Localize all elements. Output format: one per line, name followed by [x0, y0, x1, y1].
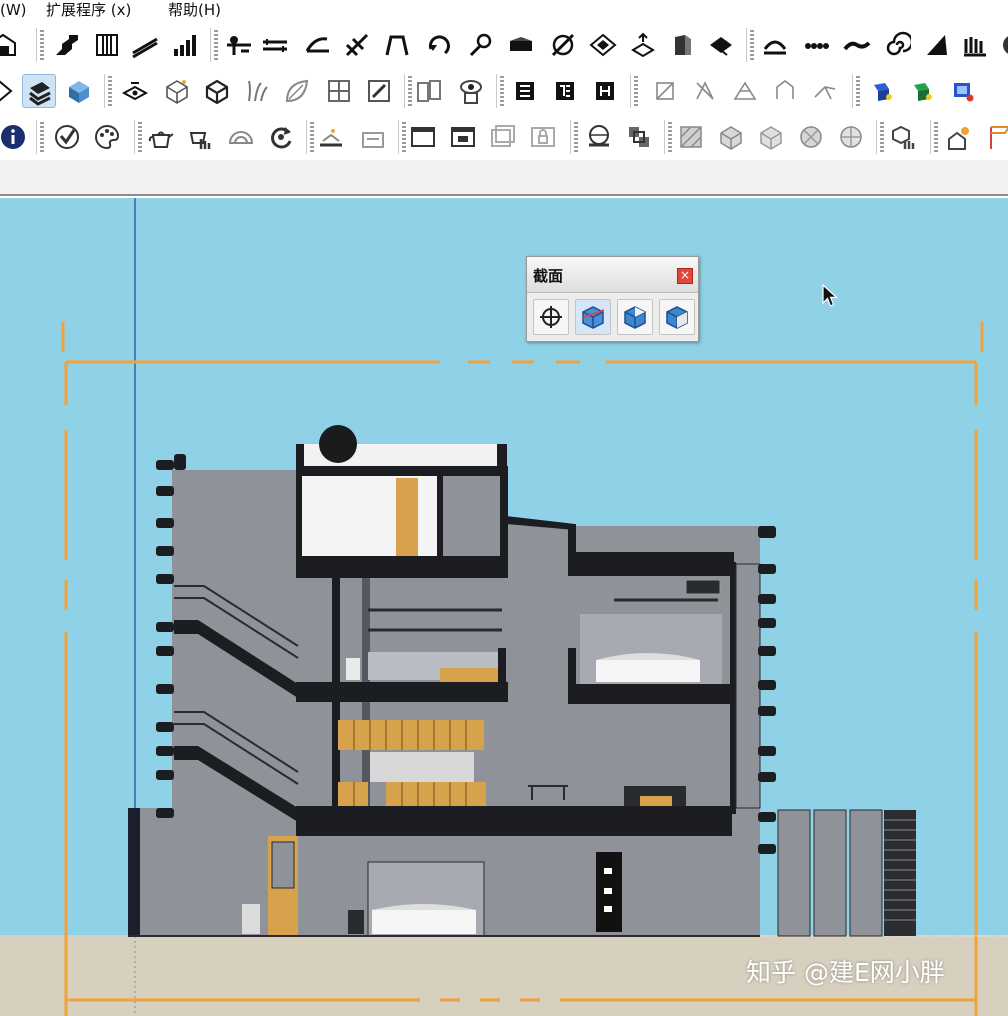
menu-extensions[interactable]: 扩展程序 (x): [46, 0, 131, 20]
window-b-icon[interactable]: [446, 120, 480, 154]
comb-icon[interactable]: [958, 28, 992, 62]
landscape-icon[interactable]: [704, 28, 738, 62]
display-section-cuts-icon[interactable]: [617, 299, 653, 335]
triangle-a-icon[interactable]: [648, 74, 682, 108]
sun-house-icon[interactable]: [942, 120, 976, 154]
dots-icon[interactable]: [800, 28, 834, 62]
menu-bar: (W) 扩展程序 (x) 帮助(H): [0, 0, 1008, 22]
toolbar-row-2: [0, 68, 1008, 114]
frame-a-icon[interactable]: [508, 74, 542, 108]
triangle-b-icon[interactable]: [688, 74, 722, 108]
ramp-icon[interactable]: [128, 28, 162, 62]
diamond-icon[interactable]: [586, 28, 620, 62]
layers-icon[interactable]: [22, 74, 56, 108]
hatch-tile-icon[interactable]: [674, 120, 708, 154]
arc-shape-icon[interactable]: [380, 28, 414, 62]
mouse-cursor-icon: [822, 284, 838, 307]
bend-arrow-icon[interactable]: [300, 28, 334, 62]
close-button[interactable]: ×: [677, 268, 693, 284]
render-b-icon[interactable]: [906, 74, 940, 108]
hand-cube-icon[interactable]: [886, 120, 920, 154]
flag-icon[interactable]: [982, 120, 1008, 154]
stairs-icon[interactable]: [50, 28, 84, 62]
building-section-model: [61, 198, 1008, 1016]
toolbar-row-1: [0, 22, 1008, 68]
shell-icon[interactable]: [224, 120, 258, 154]
info-icon[interactable]: [0, 120, 30, 154]
rotate-icon[interactable]: [422, 28, 456, 62]
stack-icon[interactable]: [622, 120, 656, 154]
model-viewport[interactable]: [0, 198, 1008, 1016]
eye-cursor-icon[interactable]: [454, 74, 488, 108]
display-section-fill-icon[interactable]: [659, 299, 695, 335]
hook-icon[interactable]: [464, 28, 498, 62]
sphere-grid-icon[interactable]: [834, 120, 868, 154]
triangle-d-icon[interactable]: [768, 74, 802, 108]
frame-c-icon[interactable]: [588, 74, 622, 108]
lasso-icon[interactable]: [0, 74, 16, 108]
warehouse-icon[interactable]: [0, 28, 20, 62]
terrain-box-icon[interactable]: [356, 120, 390, 154]
check-circle-icon[interactable]: [50, 120, 84, 154]
triangle-c-icon[interactable]: [728, 74, 762, 108]
wall-icon[interactable]: [666, 28, 700, 62]
axis-cube-icon[interactable]: [626, 28, 660, 62]
dimension-line-icon[interactable]: [258, 28, 292, 62]
spiral-icon[interactable]: [880, 28, 914, 62]
solid-cube-icon[interactable]: [62, 74, 96, 108]
hand-teapot-icon[interactable]: [184, 120, 218, 154]
menu-help[interactable]: 帮助(H): [168, 0, 221, 20]
box-mesh-icon[interactable]: [200, 74, 234, 108]
render-a-icon[interactable]: [866, 74, 900, 108]
node-link-icon[interactable]: [222, 28, 256, 62]
blade-icon[interactable]: [920, 28, 954, 62]
grass-icon[interactable]: [240, 74, 274, 108]
arch-icon[interactable]: [758, 28, 792, 62]
ball-icon[interactable]: [794, 120, 828, 154]
section-plane-tool-icon[interactable]: [533, 299, 569, 335]
section-plane-icon[interactable]: [118, 74, 152, 108]
palette-icon[interactable]: [996, 28, 1008, 62]
grid-square-icon[interactable]: [322, 74, 356, 108]
frame-b-icon[interactable]: [548, 74, 582, 108]
toolbar-row-3: [0, 114, 1008, 160]
window-c-icon[interactable]: [486, 120, 520, 154]
refresh-icon[interactable]: [264, 120, 298, 154]
toolbar-strip: [0, 160, 1008, 196]
curve-icon[interactable]: [840, 28, 874, 62]
window-a-icon[interactable]: [406, 120, 440, 154]
section-toolbar-panel[interactable]: 截面 ×: [526, 256, 699, 342]
arrow-fork-icon[interactable]: [808, 74, 842, 108]
teapot-icon[interactable]: [144, 120, 178, 154]
lock-box-icon[interactable]: [526, 120, 560, 154]
split-box-icon[interactable]: [412, 74, 446, 108]
style-palette-icon[interactable]: [90, 120, 124, 154]
offset-icon[interactable]: [340, 28, 374, 62]
bar-chart-icon[interactable]: [168, 28, 202, 62]
sphere-icon[interactable]: [582, 120, 616, 154]
cube-texture-a-icon[interactable]: [714, 120, 748, 154]
watermark-text: 知乎 @建E网小胖: [746, 958, 945, 987]
pen-target-icon[interactable]: [546, 28, 580, 62]
leaf-icon[interactable]: [280, 74, 314, 108]
render-c-icon[interactable]: [946, 74, 980, 108]
profile-icon[interactable]: [504, 28, 538, 62]
wire-cube-icon[interactable]: [160, 74, 194, 108]
edit-square-icon[interactable]: [362, 74, 396, 108]
section-panel-titlebar[interactable]: 截面 ×: [527, 257, 698, 293]
display-section-planes-icon[interactable]: [575, 299, 611, 335]
columns-icon[interactable]: [90, 28, 124, 62]
section-panel-title: 截面: [533, 267, 564, 285]
cube-texture-b-icon[interactable]: [754, 120, 788, 154]
menu-window[interactable]: (W): [0, 0, 27, 20]
terrain-flat-icon[interactable]: [314, 120, 348, 154]
